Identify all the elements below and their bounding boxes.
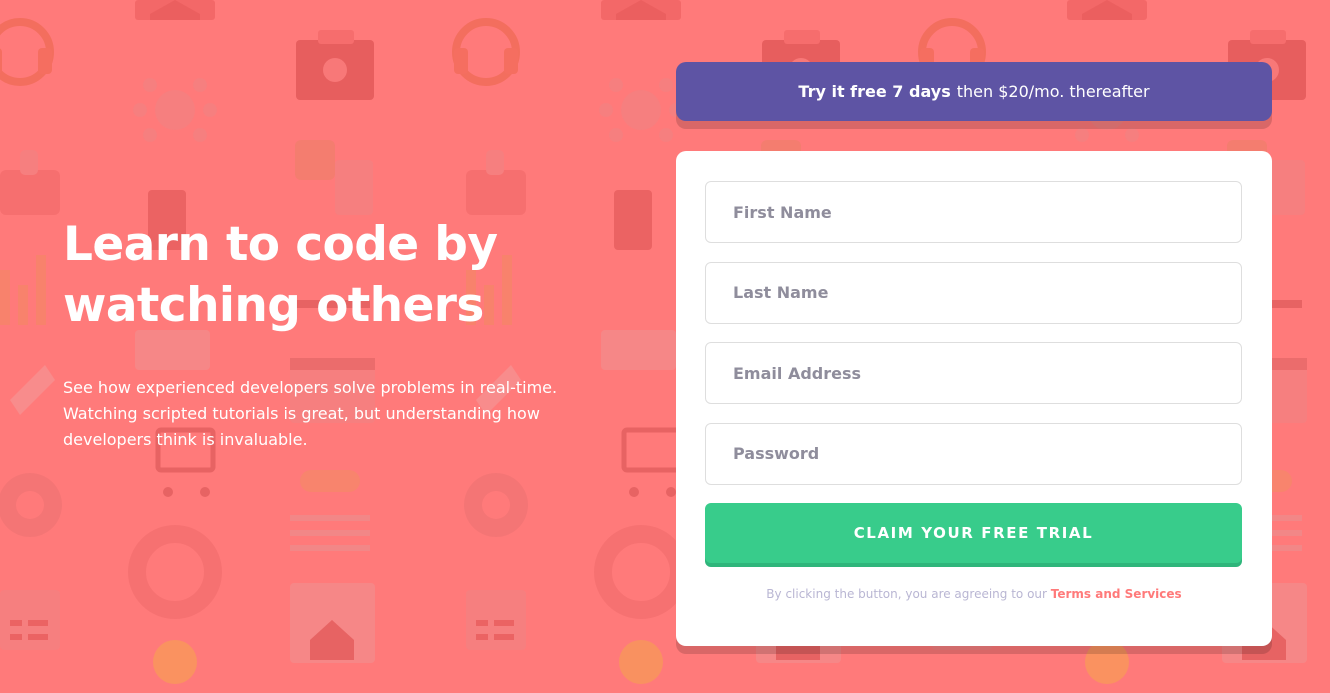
hero-title: Learn to code by watching others xyxy=(63,214,623,336)
hero-title-line1: Learn to code by xyxy=(63,217,498,272)
hero-title-line2: watching others xyxy=(63,278,484,333)
trial-banner-text: then $20/mo. thereafter xyxy=(956,82,1150,101)
email-input[interactable] xyxy=(705,342,1242,404)
first-name-input[interactable] xyxy=(705,181,1242,243)
signup-form: CLAIM YOUR FREE TRIAL By clicking the bu… xyxy=(676,151,1272,646)
last-name-input[interactable] xyxy=(705,261,1242,324)
trial-banner-bold: Try it free 7 days xyxy=(798,82,951,101)
terms-prefix: By clicking the button, you are agreeing… xyxy=(766,586,1047,601)
trial-banner: Try it free 7 days then $20/mo. thereaft… xyxy=(676,62,1272,121)
hero-description: See how experienced developers solve pro… xyxy=(63,378,558,449)
terms-text: By clicking the button, you are agreeing… xyxy=(705,587,1243,601)
hero-section: Learn to code by watching others See how… xyxy=(63,214,623,453)
password-input[interactable] xyxy=(705,422,1242,485)
terms-link[interactable]: Terms and Services xyxy=(1051,587,1182,601)
claim-free-trial-button[interactable]: CLAIM YOUR FREE TRIAL xyxy=(705,502,1242,563)
